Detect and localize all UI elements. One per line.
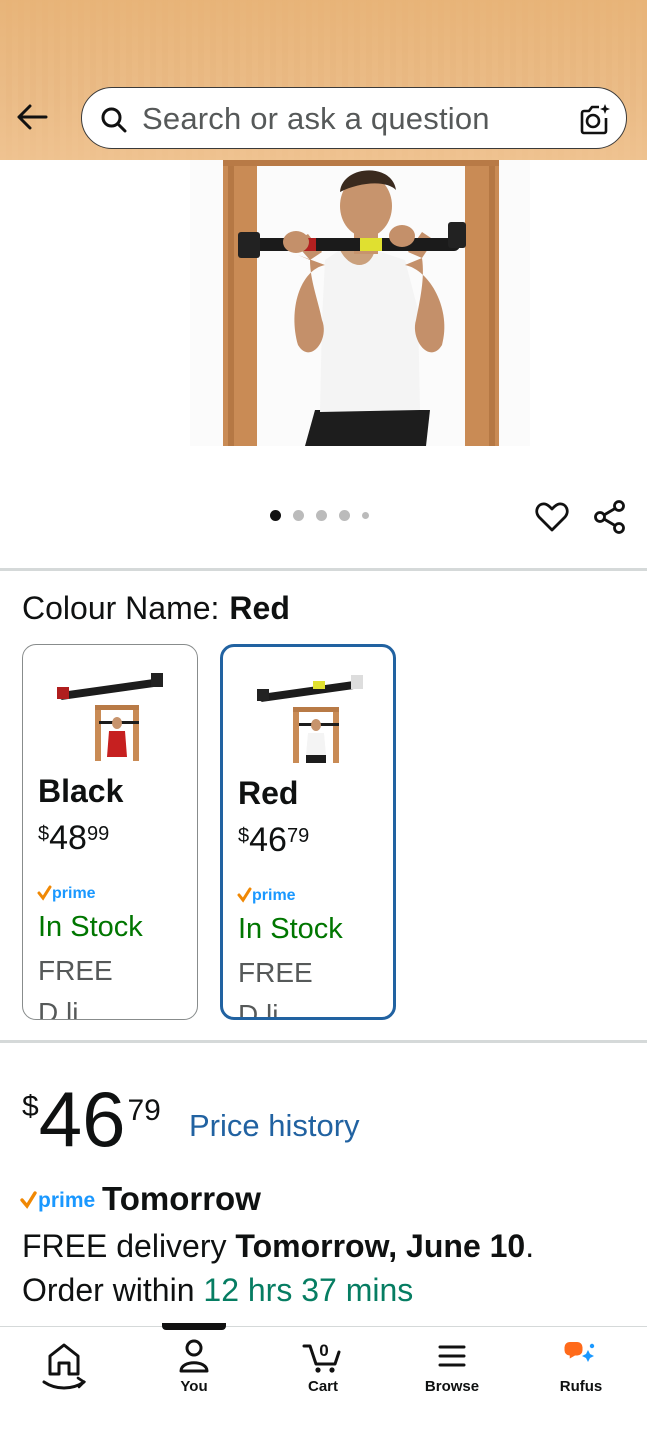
price-fraction: 79 — [127, 1094, 161, 1127]
free-delivery-label: FREE — [238, 957, 313, 988]
prime-badge: prime — [37, 883, 103, 908]
search-input[interactable]: Search or ask a question — [142, 101, 490, 137]
price-currency: $ — [38, 823, 50, 845]
cart-icon: 0 — [302, 1341, 341, 1373]
variant-price: $4679 — [238, 821, 309, 860]
stock-status: In Stock — [238, 913, 343, 945]
variant-name: Red — [238, 775, 299, 811]
nav-active-indicator — [162, 1323, 226, 1330]
carousel-dot[interactable] — [316, 510, 327, 521]
delivery-headline: Tomorrow — [102, 1180, 261, 1217]
nav-browse-label: Browse — [424, 1378, 480, 1395]
search-icon — [101, 107, 127, 133]
carousel-dot[interactable] — [362, 512, 369, 519]
carousel-dot[interactable] — [293, 510, 304, 521]
order-within: Order within 12 hrs 37 mins — [22, 1272, 413, 1309]
carousel-dot[interactable] — [339, 510, 350, 521]
delivery-prefix: FREE delivery — [22, 1228, 236, 1264]
price-whole: 48 — [49, 819, 87, 857]
nav-cart-label: Cart — [307, 1378, 338, 1395]
order-within-prefix: Order within — [22, 1272, 204, 1308]
camera-lens-icon[interactable] — [578, 102, 612, 136]
nav-browse[interactable]: Browse — [402, 1338, 502, 1395]
back-button[interactable] — [14, 100, 50, 134]
prime-logo-text: prime — [52, 885, 96, 902]
search-bar[interactable]: Search or ask a question — [81, 87, 627, 149]
selected-colour: Red — [229, 590, 290, 626]
home-icon — [42, 1343, 87, 1390]
order-countdown: 12 hrs 37 mins — [203, 1272, 414, 1308]
menu-icon — [438, 1345, 466, 1367]
price-fraction: 79 — [286, 825, 310, 847]
price-whole: 46 — [249, 821, 287, 859]
delivery-suffix: . — [525, 1228, 535, 1264]
free-delivery-label: FREE — [38, 955, 113, 986]
prime-logo-text: prime — [252, 887, 296, 904]
delivery-date-bold[interactable]: Tomorrow, June 10 — [235, 1228, 525, 1264]
variant-price: $4899 — [38, 819, 109, 858]
variant-thumbnail — [257, 675, 363, 763]
price-history-link[interactable]: Price history — [189, 1108, 360, 1144]
price-whole: 46 — [38, 1075, 126, 1163]
delivery-date: FREE delivery Tomorrow, June 10. — [22, 1228, 534, 1265]
variant-thumbnail — [57, 673, 163, 761]
rufus-icon — [564, 1342, 595, 1362]
user-icon — [179, 1339, 209, 1373]
price-currency: $ — [22, 1090, 39, 1123]
nav-you-label: You — [180, 1378, 208, 1395]
price-currency: $ — [238, 825, 250, 847]
variant-swatch-red[interactable]: Red $4679 prime In Stock FREE D li — [220, 644, 396, 1020]
section-divider — [0, 1040, 647, 1043]
prime-badge: prime — [20, 1188, 100, 1217]
nav-rufus-label: Rufus — [559, 1378, 603, 1395]
stock-status: In Stock — [38, 911, 143, 943]
prime-badge: prime — [237, 885, 303, 910]
truncated-text: D li — [38, 997, 79, 1020]
variant-swatch-black[interactable]: Black $4899 prime In Stock FREE D li — [22, 644, 198, 1020]
share-icon[interactable] — [592, 499, 628, 535]
heart-icon[interactable] — [534, 499, 570, 535]
cart-count: 0 — [319, 1341, 328, 1360]
image-carousel-indicator — [270, 510, 369, 521]
nav-you[interactable]: You — [144, 1338, 244, 1395]
nav-rufus[interactable]: Rufus — [531, 1338, 631, 1395]
product-image[interactable] — [190, 160, 530, 446]
main-price: $ 46 79 — [22, 1072, 161, 1158]
nav-home[interactable] — [14, 1338, 114, 1390]
price-fraction: 99 — [86, 823, 110, 845]
variant-name: Black — [38, 773, 124, 809]
colour-name-label: Colour Name: — [22, 590, 220, 626]
section-divider — [0, 568, 647, 571]
truncated-text: D li — [238, 999, 279, 1020]
back-arrow-icon — [17, 104, 48, 130]
prime-logo-text: prime — [38, 1189, 95, 1212]
carousel-dot[interactable] — [270, 510, 281, 521]
colour-name-heading: Colour Name: Red — [22, 590, 290, 627]
nav-cart[interactable]: 0 Cart — [273, 1338, 373, 1395]
